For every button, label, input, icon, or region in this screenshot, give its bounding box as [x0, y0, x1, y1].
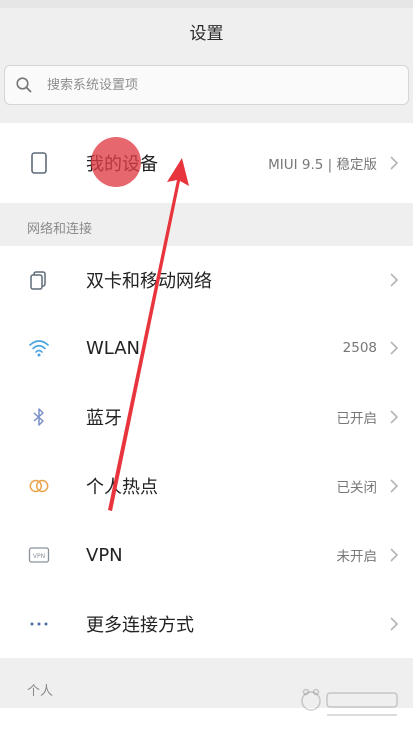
- settings-item-value: 已开启: [336, 411, 378, 427]
- status-bar: [0, 0, 413, 8]
- vpn-icon: VPN: [28, 544, 50, 566]
- settings-item-dual-sim[interactable]: 双卡和移动网络: [0, 246, 413, 314]
- chevron-right-icon: [387, 547, 401, 563]
- wifi-icon: [28, 337, 50, 359]
- settings-item-label: WLAN: [86, 337, 141, 359]
- chevron-right-icon: [387, 478, 401, 494]
- phone-icon: [28, 152, 50, 174]
- settings-item-value: 已关闭: [336, 480, 378, 496]
- svg-text:VPN: VPN: [33, 553, 45, 560]
- settings-item-hotspot[interactable]: 个人热点 已关闭: [0, 452, 413, 520]
- settings-screen: 设置 我的设备 MIUI 9.5 | 稳定版 网络和连接: [0, 0, 413, 731]
- settings-item-label: 更多连接方式: [86, 615, 194, 636]
- chevron-right-icon: [387, 155, 401, 171]
- settings-item-value: MIUI 9.5 | 稳定版: [268, 157, 377, 173]
- settings-item-label: VPN: [86, 544, 123, 566]
- settings-item-label: 个人热点: [86, 477, 158, 498]
- search-input[interactable]: [45, 76, 349, 94]
- network-card: 双卡和移动网络 WLAN 2508 蓝牙 已开启 个人热点 已关闭 VPN VP…: [0, 246, 413, 658]
- settings-item-value: 2508: [342, 340, 377, 356]
- settings-item-my-device[interactable]: 我的设备 MIUI 9.5 | 稳定版: [0, 123, 413, 203]
- watermark-logo: [301, 688, 398, 716]
- settings-item-more-connections[interactable]: 更多连接方式: [0, 590, 413, 658]
- page-title: 设置: [189, 23, 224, 44]
- chevron-right-icon: [387, 409, 401, 425]
- settings-item-bluetooth[interactable]: 蓝牙 已开启: [0, 383, 413, 451]
- search-icon: [15, 76, 33, 94]
- touch-indicator: [91, 137, 141, 187]
- chevron-right-icon: [387, 340, 401, 356]
- settings-item-vpn[interactable]: VPN VPN 未开启: [0, 521, 413, 589]
- device-card: 我的设备 MIUI 9.5 | 稳定版: [0, 123, 413, 203]
- settings-item-value: 未开启: [336, 549, 378, 565]
- hotspot-icon: [28, 475, 50, 497]
- more-dots-icon: [28, 613, 50, 635]
- settings-item-wlan[interactable]: WLAN 2508: [0, 314, 413, 382]
- sim-card-icon: [28, 269, 50, 291]
- chevron-right-icon: [387, 272, 401, 288]
- bluetooth-icon: [28, 406, 50, 428]
- section-title-personal: 个人: [27, 684, 54, 699]
- section-title-network: 网络和连接: [27, 222, 93, 237]
- chevron-right-icon: [387, 616, 401, 632]
- settings-item-label: 双卡和移动网络: [86, 271, 212, 292]
- settings-item-label: 蓝牙: [86, 408, 122, 429]
- search-bar[interactable]: [4, 65, 409, 105]
